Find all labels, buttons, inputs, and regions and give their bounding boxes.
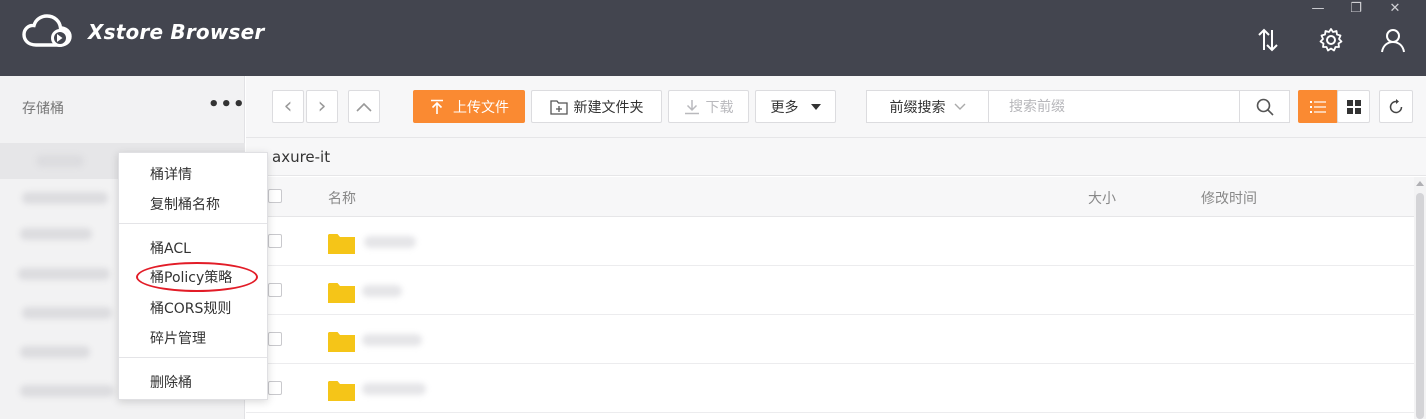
folder-icon xyxy=(328,283,355,303)
row-checkbox[interactable] xyxy=(268,332,282,346)
download-button[interactable]: 下载 xyxy=(668,90,749,123)
row-checkbox[interactable] xyxy=(268,283,282,297)
file-name-blurred xyxy=(362,334,422,346)
new-folder-icon xyxy=(549,99,568,115)
minimize-button[interactable]: — xyxy=(1304,0,1332,20)
download-icon xyxy=(684,99,699,114)
more-dropdown[interactable]: 更多 xyxy=(755,90,836,123)
upload-button[interactable]: 上传文件 xyxy=(413,90,525,123)
bucket-name-blurred xyxy=(22,307,112,319)
gear-icon xyxy=(1319,28,1343,52)
caret-down-icon xyxy=(810,103,821,110)
bucket-name-blurred xyxy=(18,268,110,280)
path-bar: axure-it xyxy=(246,138,1426,176)
policy-highlight-annotation xyxy=(136,262,258,292)
app-title: Xstore Browser xyxy=(88,20,265,44)
search-box: 前缀搜索 xyxy=(866,90,1290,123)
folder-icon xyxy=(328,234,355,254)
menu-item-bucket-acl[interactable]: 桶ACL xyxy=(150,238,191,258)
table-row[interactable] xyxy=(246,315,1414,364)
file-name-blurred xyxy=(362,285,402,297)
sidebar-title: 存储桶 xyxy=(22,101,64,117)
chevron-down-icon xyxy=(954,103,965,110)
file-name-blurred xyxy=(362,383,426,395)
settings-button[interactable] xyxy=(1315,24,1347,56)
menu-item-copy-bucket-name[interactable]: 复制桶名称 xyxy=(150,194,220,214)
row-checkbox[interactable] xyxy=(268,381,282,395)
chevron-up-icon xyxy=(356,102,372,112)
up-button[interactable] xyxy=(348,90,380,123)
user-icon xyxy=(1381,29,1405,53)
menu-divider xyxy=(119,357,267,358)
menu-item-delete-bucket[interactable]: 删除桶 xyxy=(150,372,192,392)
restore-button[interactable]: ❐ xyxy=(1342,0,1370,20)
refresh-button[interactable] xyxy=(1379,90,1413,123)
list-view-button[interactable] xyxy=(1298,90,1338,123)
upload-label: 上传文件 xyxy=(453,99,509,116)
search-mode-label: 前缀搜索 xyxy=(889,99,946,116)
new-folder-button[interactable]: 新建文件夹 xyxy=(531,90,662,123)
bucket-name-blurred xyxy=(20,346,90,358)
scrollbar-thumb[interactable] xyxy=(1416,193,1424,419)
grid-view-button[interactable] xyxy=(1337,90,1370,123)
close-button[interactable]: ✕ xyxy=(1381,0,1409,20)
column-modified[interactable]: 修改时间 xyxy=(1201,188,1257,208)
file-table-header: 名称 大小 修改时间 xyxy=(246,177,1414,217)
menu-item-bucket-details[interactable]: 桶详情 xyxy=(150,164,192,184)
bucket-name-blurred xyxy=(20,228,92,240)
folder-icon xyxy=(328,332,355,352)
back-button[interactable]: ‹ xyxy=(272,90,304,123)
menu-item-fragment-management[interactable]: 碎片管理 xyxy=(150,328,206,348)
cloud-sync-logo-icon xyxy=(22,14,72,47)
forward-button[interactable]: › xyxy=(306,90,338,123)
table-row[interactable] xyxy=(246,217,1414,266)
refresh-icon xyxy=(1389,98,1403,113)
menu-item-bucket-cors[interactable]: 桶CORS规则 xyxy=(150,298,231,318)
bucket-name-blurred xyxy=(22,192,108,204)
column-name[interactable]: 名称 xyxy=(328,188,356,208)
user-button[interactable] xyxy=(1377,24,1409,56)
search-input[interactable] xyxy=(991,91,1239,122)
file-name-blurred xyxy=(364,236,416,248)
new-folder-label: 新建文件夹 xyxy=(573,99,644,116)
scroll-up-arrow-icon[interactable] xyxy=(1416,181,1424,186)
vertical-scrollbar[interactable] xyxy=(1414,177,1426,419)
sidebar-more-button[interactable]: ••• xyxy=(208,94,246,115)
current-path: axure-it xyxy=(272,148,331,166)
transfer-icon xyxy=(1258,28,1278,52)
download-label: 下载 xyxy=(705,99,734,116)
column-size[interactable]: 大小 xyxy=(1088,188,1116,208)
bucket-name-blurred xyxy=(20,385,114,397)
folder-icon xyxy=(328,381,355,401)
search-button[interactable] xyxy=(1239,91,1289,122)
file-toolbar: ‹ › 上传文件 新建文件夹 下载 更多 前缀搜索 xyxy=(246,76,1426,138)
list-view-icon xyxy=(1310,100,1326,113)
bucket-name-blurred xyxy=(36,155,84,167)
menu-divider xyxy=(119,223,267,224)
transfer-button[interactable] xyxy=(1252,24,1284,56)
row-checkbox[interactable] xyxy=(268,234,282,248)
title-bar: Xstore Browser — ❐ ✕ xyxy=(0,0,1426,76)
table-row[interactable] xyxy=(246,266,1414,315)
more-label: 更多 xyxy=(770,99,799,116)
upload-icon xyxy=(431,99,443,114)
table-row[interactable] xyxy=(246,364,1414,413)
select-all-checkbox[interactable] xyxy=(268,189,282,203)
search-mode-select[interactable]: 前缀搜索 xyxy=(867,91,989,122)
grid-view-icon xyxy=(1346,99,1361,114)
search-icon xyxy=(1256,98,1274,116)
